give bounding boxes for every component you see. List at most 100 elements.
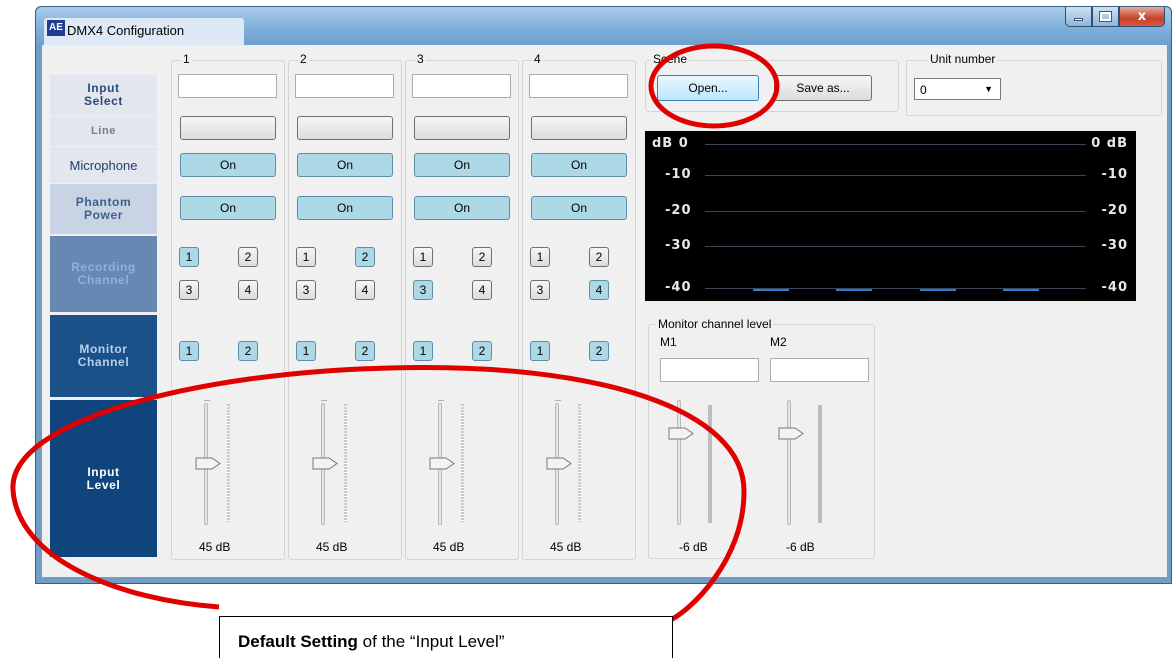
channel-number: 4: [532, 52, 543, 66]
unit-title: Unit number: [928, 52, 998, 66]
recording-channel-1-button[interactable]: 1: [530, 247, 550, 267]
monitor-level-slider-thumb[interactable]: [668, 427, 694, 440]
recording-channel-4-button[interactable]: 4: [589, 280, 609, 300]
recording-channel-3-button[interactable]: 3: [530, 280, 550, 300]
line-button[interactable]: [414, 116, 510, 140]
phantom-power-on-button[interactable]: On: [531, 196, 627, 220]
monitor-channel-1-button[interactable]: 1: [413, 341, 433, 361]
line-button[interactable]: [180, 116, 276, 140]
monitor-channel-2-button[interactable]: 2: [589, 341, 609, 361]
recording-channel-3-button[interactable]: 3: [179, 280, 199, 300]
scene-save-as-button[interactable]: Save as...: [774, 75, 872, 101]
phantom-power-on-button[interactable]: On: [180, 196, 276, 220]
monitor-channel-2-button[interactable]: 2: [238, 341, 258, 361]
input-level-value: 45 dB: [550, 540, 582, 554]
meter-right-label: -40: [1101, 280, 1128, 295]
microphone-on-button[interactable]: On: [414, 153, 510, 177]
monitor-channel-1-button[interactable]: 1: [296, 341, 316, 361]
label-phantom-power: Phantom Power: [50, 184, 157, 234]
label-input-level-text: Input Level: [86, 464, 121, 492]
input-level-slider-thumb[interactable]: [546, 457, 572, 470]
monitor-m1-level: -6 dB: [679, 540, 708, 554]
monitor-m2-label: M2: [770, 335, 787, 349]
monitor-channel-2-button[interactable]: 2: [355, 341, 375, 361]
recording-channel-4-button[interactable]: 4: [238, 280, 258, 300]
scene-open-button[interactable]: Open...: [657, 75, 759, 101]
minimize-icon: [1074, 18, 1083, 21]
line-button[interactable]: [297, 116, 393, 140]
recording-channel-2-button[interactable]: 2: [238, 247, 258, 267]
slider-thumb-icon: [546, 457, 572, 470]
input-select-field[interactable]: [529, 74, 628, 98]
monitor-level-slider-thumb[interactable]: [778, 427, 804, 440]
meter-gridline: [705, 211, 1086, 212]
phantom-power-on-button[interactable]: On: [414, 196, 510, 220]
monitor-m1-label: M1: [660, 335, 677, 349]
recording-channel-1-button[interactable]: 1: [179, 247, 199, 267]
monitor-m2-level: -6 dB: [786, 540, 815, 554]
meter-left-label: -20: [665, 203, 692, 218]
recording-channel-4-button[interactable]: 4: [472, 280, 492, 300]
channel-number: 2: [298, 52, 309, 66]
input-select-field[interactable]: [178, 74, 277, 98]
input-level-slider-thumb[interactable]: [312, 457, 338, 470]
meter-right-label: 0 dB: [1091, 136, 1128, 151]
input-level-meter: [578, 404, 581, 522]
slider-tick: [555, 400, 561, 401]
label-microphone-text: Microphone: [69, 157, 138, 173]
title-bar[interactable]: AE DMX4 Configuration x: [36, 7, 1171, 46]
meter-gridline: [705, 175, 1086, 176]
recording-channel-1-button[interactable]: 1: [413, 247, 433, 267]
monitor-channel-2-button[interactable]: 2: [472, 341, 492, 361]
input-level-slider-thumb[interactable]: [429, 457, 455, 470]
slider-tick: [321, 400, 327, 401]
close-button[interactable]: x: [1119, 7, 1165, 27]
recording-channel-2-button[interactable]: 2: [472, 247, 492, 267]
input-level-meter: [227, 404, 230, 522]
meter-bar-ch1: [753, 289, 789, 291]
input-level-meter: [461, 404, 464, 522]
input-level-slider-thumb[interactable]: [195, 457, 221, 470]
label-input-select: Input Select: [50, 75, 157, 115]
app-logo-icon: AE: [47, 20, 65, 36]
slider-thumb-icon: [668, 427, 694, 440]
scene-title: Scene: [651, 52, 690, 66]
line-button[interactable]: [531, 116, 627, 140]
meter-bar-ch3: [920, 289, 956, 291]
recording-channel-1-button[interactable]: 1: [296, 247, 316, 267]
monitor-channel-1-button[interactable]: 1: [179, 341, 199, 361]
unit-number-select[interactable]: 0 ▼: [914, 78, 1001, 100]
label-input-level: Input Level: [50, 400, 157, 557]
monitor-channel-1-button[interactable]: 1: [530, 341, 550, 361]
input-select-field[interactable]: [295, 74, 394, 98]
monitor-level-meter: [708, 405, 712, 523]
recording-channel-2-button[interactable]: 2: [589, 247, 609, 267]
label-monitor-channel-text: Monitor Channel: [77, 342, 130, 369]
input-select-field[interactable]: [412, 74, 511, 98]
slider-tick: [204, 400, 210, 401]
phantom-power-on-button[interactable]: On: [297, 196, 393, 220]
unit-number-value: 0: [920, 83, 927, 97]
microphone-on-button[interactable]: On: [180, 153, 276, 177]
recording-channel-3-button[interactable]: 3: [413, 280, 433, 300]
meter-bar-ch2: [836, 289, 872, 291]
recording-channel-3-button[interactable]: 3: [296, 280, 316, 300]
meter-left-label: -30: [665, 238, 692, 253]
meter-left-label: -40: [665, 280, 692, 295]
monitor-level-slider-track[interactable]: [677, 400, 681, 525]
microphone-on-button[interactable]: On: [297, 153, 393, 177]
recording-channel-4-button[interactable]: 4: [355, 280, 375, 300]
maximize-button[interactable]: [1092, 7, 1119, 27]
microphone-on-button[interactable]: On: [531, 153, 627, 177]
annotation-bold: Default Setting: [238, 632, 358, 651]
monitor-m2-input[interactable]: [770, 358, 869, 382]
monitor-level-meter: [818, 405, 822, 523]
monitor-m1-input[interactable]: [660, 358, 759, 382]
label-line-text: Line: [90, 124, 116, 137]
monitor-level-slider-track[interactable]: [787, 400, 791, 525]
minimize-button[interactable]: [1065, 7, 1092, 27]
level-meter: dB 0 -10 -20 -30 -40 0 dB -10 -20 -30 -4…: [645, 131, 1136, 301]
recording-channel-2-button[interactable]: 2: [355, 247, 375, 267]
meter-gridline: [705, 246, 1086, 247]
chevron-down-icon: ▼: [984, 84, 993, 94]
